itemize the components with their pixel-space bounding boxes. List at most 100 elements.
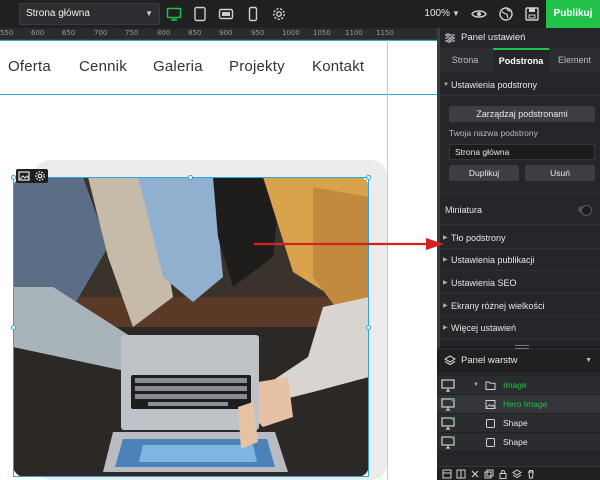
caret-right-icon: ▶ [443, 257, 448, 263]
duplicate-button[interactable]: Duplikuj [449, 165, 519, 181]
editor-canvas[interactable]: Oferta Cennik Galeria Projekty Kontakt [0, 40, 437, 480]
layer-row[interactable]: ▼ Image [437, 376, 600, 395]
section-wiecej-ustawien[interactable]: ▶ Więcej ustawień [437, 317, 600, 339]
settings-panel-header: Panel ustawień [437, 28, 600, 48]
section-label: Ustawienia publikacji [451, 255, 535, 265]
thumbnail-toggle[interactable] [578, 205, 592, 216]
section-tlo-podstrony[interactable]: ▶ Tło podstrony [437, 227, 600, 249]
nav-item-projekty[interactable]: Projekty [229, 58, 285, 75]
folder-icon [485, 380, 496, 391]
close-icon[interactable] [470, 469, 480, 479]
layer-row[interactable]: Shape [437, 414, 600, 433]
eye-icon[interactable] [471, 6, 487, 22]
mobile-icon[interactable] [245, 6, 261, 22]
desktop-icon[interactable] [441, 436, 455, 449]
section-label: Tło podstrony [451, 233, 506, 243]
section-title: Ustawienia podstrony [451, 80, 538, 90]
settings-panel: Panel ustawień Strona Podstrona Element … [437, 28, 600, 480]
section-label: Ustawienia SEO [451, 278, 517, 288]
caret-right-icon: ▶ [443, 303, 448, 309]
ruler-tick: 1150 [376, 29, 394, 37]
tab-podstrona[interactable]: Podstrona [493, 48, 549, 72]
duplicate-icon[interactable] [484, 469, 494, 479]
lock-icon[interactable] [498, 469, 508, 479]
ruler-tick: 950 [251, 29, 265, 37]
nav-item-kontakt[interactable]: Kontakt [312, 58, 364, 75]
caret-right-icon: ▶ [443, 325, 448, 331]
top-toolbar: Strona główna ▼ 100% ▼ Publikuj [0, 0, 600, 28]
desktop-icon[interactable] [441, 379, 455, 392]
drag-handle-icon[interactable] [515, 345, 529, 349]
gear-icon[interactable] [271, 6, 287, 22]
chevron-down-icon: ▼ [145, 9, 153, 18]
page-select[interactable]: Strona główna ▼ [19, 3, 160, 25]
subpage-name-input[interactable]: Strona główna [449, 144, 595, 160]
nav-item-cennik[interactable]: Cennik [79, 58, 127, 75]
tab-strona[interactable]: Strona [437, 48, 493, 72]
layers-panel-header: Panel warstw ▼ [437, 350, 600, 372]
ruler-tick: 550 [0, 29, 14, 37]
publish-button[interactable]: Publikuj [546, 0, 600, 28]
layers-icon[interactable] [512, 469, 522, 479]
settings-panel-title: Panel ustawień [461, 32, 526, 43]
subpage-name-label: Twoja nazwa podstrony [449, 128, 538, 138]
copy-icon[interactable] [442, 469, 452, 479]
chevron-down-icon[interactable]: ▼ [585, 350, 592, 372]
trash-icon[interactable] [526, 469, 536, 479]
ruler-tick: 800 [157, 29, 171, 37]
globe-icon[interactable] [498, 6, 514, 22]
delete-button[interactable]: Usuń [525, 165, 595, 181]
ruler-tick: 900 [219, 29, 233, 37]
layer-name: Image [503, 380, 527, 390]
section-ustawienia-podstrony[interactable]: ▼ Ustawienia podstrony [437, 74, 600, 96]
gear-icon[interactable] [34, 170, 46, 182]
tablet-landscape-icon[interactable] [218, 6, 234, 22]
section-ekrany[interactable]: ▶ Ekrany różnej wielkości [437, 295, 600, 317]
layer-name: Shape [503, 418, 528, 428]
layer-name: Shape [503, 437, 528, 447]
ruler-tick: 1050 [313, 29, 331, 37]
resize-handle[interactable] [366, 325, 371, 330]
layers-panel-title: Panel warstw [461, 355, 518, 366]
zoom-level[interactable]: 100% [410, 0, 450, 28]
chevron-down-icon[interactable]: ▼ [452, 0, 460, 28]
caret-right-icon: ▶ [443, 280, 448, 286]
tab-element[interactable]: Element [549, 48, 600, 72]
nav-item-oferta[interactable]: Oferta [8, 58, 51, 75]
section-ustawienia-seo[interactable]: ▶ Ustawienia SEO [437, 272, 600, 294]
square-icon [485, 437, 496, 448]
desktop-icon[interactable] [441, 417, 455, 430]
paste-icon[interactable] [456, 469, 466, 479]
thumbnail-row: Miniatura [437, 193, 600, 225]
caret-down-icon[interactable]: ▼ [473, 376, 479, 395]
section-label: Ekrany różnej wielkości [451, 301, 545, 311]
thumbnail-label: Miniatura [445, 205, 483, 215]
image-icon[interactable] [18, 170, 30, 182]
panel-scrollbar[interactable] [437, 28, 440, 348]
settings-tabs: Strona Podstrona Element [437, 48, 600, 72]
layer-row[interactable]: Hero Image [437, 395, 600, 414]
resize-handle[interactable] [11, 325, 16, 330]
resize-handle[interactable] [188, 175, 193, 180]
ruler-tick: 1000 [282, 29, 300, 37]
desktop-icon[interactable] [166, 6, 182, 22]
image-icon [485, 399, 496, 410]
nav-item-galeria[interactable]: Galeria [153, 58, 203, 75]
ruler-tick: 850 [188, 29, 202, 37]
layers-icon [444, 355, 456, 367]
desktop-icon[interactable] [441, 398, 455, 411]
section-label: Więcej ustawień [451, 323, 517, 333]
layer-row[interactable]: Shape [437, 433, 600, 452]
element-toolbar [16, 169, 48, 183]
ruler-tick: 750 [125, 29, 139, 37]
section-ustawienia-publikacji[interactable]: ▶ Ustawienia publikacji [437, 249, 600, 271]
save-icon[interactable] [524, 6, 540, 22]
annotation-arrow [254, 238, 444, 250]
ruler-tick: 700 [94, 29, 108, 37]
tablet-icon[interactable] [192, 6, 208, 22]
guide-line [0, 94, 437, 95]
layer-name: Hero Image [503, 399, 548, 409]
guide-line [0, 40, 437, 41]
manage-subpages-button[interactable]: Zarządzaj podstronami [449, 106, 595, 122]
resize-handle[interactable] [366, 175, 371, 180]
